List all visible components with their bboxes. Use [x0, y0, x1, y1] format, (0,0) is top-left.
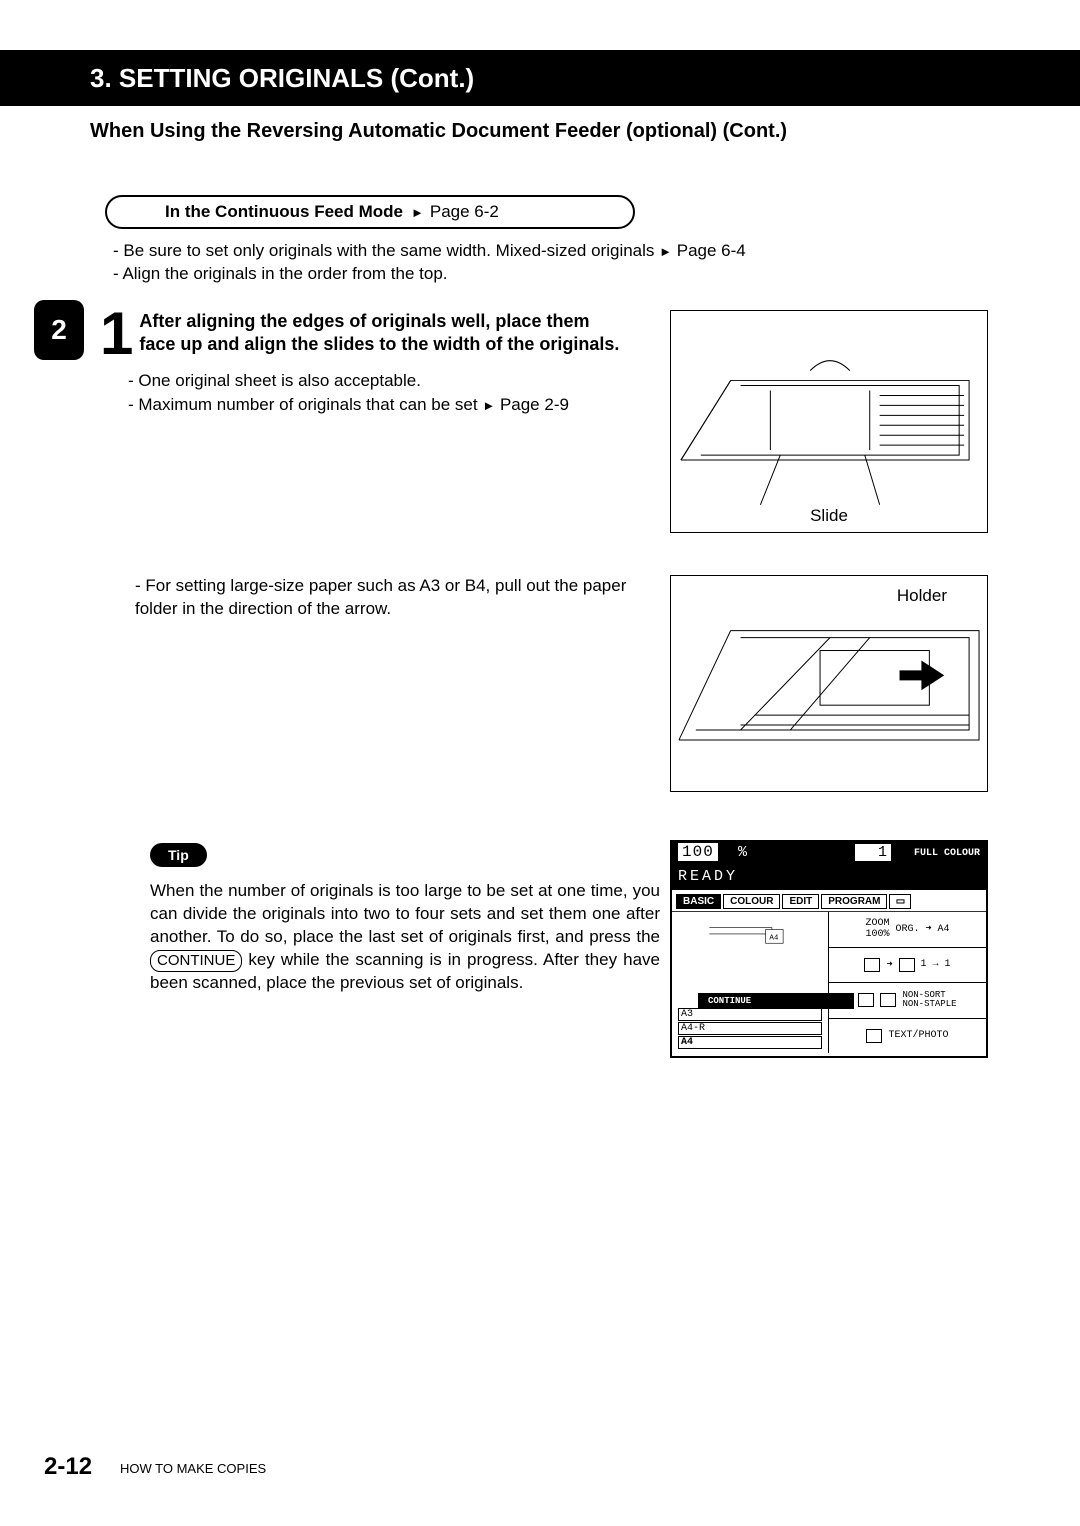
lcd-percent: % — [738, 844, 747, 861]
tray-icon — [858, 993, 874, 1007]
tray-icon — [880, 993, 896, 1007]
tray-a3[interactable]: A3 — [678, 1008, 822, 1021]
feeder-slide-illustration — [671, 311, 987, 533]
step-1: 1 After aligning the edges of originals … — [100, 310, 625, 416]
note-line1a: - Be sure to set only originals with the… — [113, 241, 659, 260]
figure2-label: Holder — [897, 586, 947, 606]
tray-a4[interactable]: A4 — [678, 1036, 822, 1049]
tip-text: When the number of originals is too larg… — [150, 880, 660, 995]
page-icon — [899, 958, 915, 972]
lcd-colour-mode: FULL COLOUR — [914, 848, 980, 859]
step-number: 1 — [100, 310, 133, 358]
tray-a4r[interactable]: A4-R — [678, 1022, 822, 1035]
lcd-continue-button[interactable]: CONTINUE — [698, 993, 854, 1009]
lcd-tab-settings-icon[interactable]: ▭ — [889, 894, 911, 909]
arrow-icon: ► — [411, 205, 424, 220]
lcd-orig-size: ORG. ➜ A4 — [895, 923, 949, 935]
lcd-zoom-pct: 100% — [865, 929, 889, 940]
page-number: 2-12 — [44, 1453, 92, 1481]
lcd-row-zoom[interactable]: ZOOM 100% ORG. ➜ A4 — [829, 912, 986, 948]
intro-notes: - Be sure to set only originals with the… — [113, 240, 746, 286]
large-paper-note: - For setting large-size paper such as A… — [135, 575, 660, 621]
mode-page-ref: Page 6-2 — [430, 202, 499, 222]
mode-capsule: In the Continuous Feed Mode ► Page 6-2 — [105, 195, 635, 229]
step1-sub1: - One original sheet is also acceptable. — [128, 369, 625, 393]
lcd-tab-program[interactable]: PROGRAM — [821, 894, 887, 909]
lcd-copy-count: 1 — [855, 844, 891, 861]
lcd-status-bar: 100 % 1 FULL COLOUR READY — [672, 842, 986, 890]
tip-text-a: When the number of originals is too larg… — [150, 881, 660, 946]
section-header: 3. SETTING ORIGINALS (Cont.) — [0, 50, 1080, 106]
lcd-zoom-value: 100 — [678, 843, 718, 861]
step1-sub2-ref: Page 2-9 — [500, 395, 569, 414]
subheading: When Using the Reversing Automatic Docum… — [90, 120, 787, 143]
lcd-tabs: BASIC COLOUR EDIT PROGRAM ▭ — [672, 890, 986, 911]
chapter-tab: 2 — [34, 300, 84, 360]
page-icon — [864, 958, 880, 972]
lcd-body: A4 A3 A4-R A4 CONTINUE ZOOM 100% ORG. ➜ … — [672, 911, 986, 1053]
step1-text: After aligning the edges of originals we… — [139, 311, 619, 354]
manual-page: 3. SETTING ORIGINALS (Cont.) When Using … — [0, 0, 1080, 1526]
arrow-icon: ► — [659, 244, 672, 259]
lcd-sort-label: NON-SORT NON-STAPLE — [902, 991, 956, 1009]
lcd-panel: 100 % 1 FULL COLOUR READY BASIC COLOUR E… — [670, 840, 988, 1058]
lcd-row-duplex[interactable]: ➜ 1 → 1 — [829, 948, 986, 984]
step1-sub2a: - Maximum number of originals that can b… — [128, 395, 482, 414]
lcd-ready: READY — [678, 868, 738, 885]
lcd-tab-edit[interactable]: EDIT — [782, 894, 819, 909]
feeder-holder-illustration — [671, 576, 987, 792]
mode-title: In the Continuous Feed Mode — [165, 202, 403, 222]
note-line2: - Align the originals in the order from … — [113, 264, 448, 283]
lcd-tab-basic[interactable]: BASIC — [676, 894, 721, 909]
lcd-settings: ZOOM 100% ORG. ➜ A4 ➜ 1 → 1 NON-SORT NON… — [829, 912, 986, 1053]
arrow-icon: ► — [482, 398, 495, 413]
lcd-duplex-label: 1 → 1 — [921, 959, 951, 970]
note-line1-ref: Page 6-4 — [677, 241, 746, 260]
photo-icon — [866, 1029, 882, 1043]
lcd-tab-colour[interactable]: COLOUR — [723, 894, 780, 909]
lcd-image-mode: TEXT/PHOTO — [888, 1030, 948, 1041]
svg-text:A4: A4 — [769, 935, 779, 943]
lcd-zoom-label: ZOOM — [865, 918, 889, 929]
lcd-row-mode[interactable]: TEXT/PHOTO — [829, 1019, 986, 1054]
continue-key: CONTINUE — [150, 950, 242, 972]
tray-diagram-icon: A4 — [672, 912, 828, 987]
figure1-label: Slide — [810, 506, 848, 526]
tip-badge: Tip — [150, 843, 207, 867]
figure-slide: Slide — [670, 310, 988, 533]
page-footer: HOW TO MAKE COPIES — [120, 1461, 266, 1476]
lcd-paper-trays: A4 A3 A4-R A4 CONTINUE — [672, 912, 829, 1053]
figure-holder: Holder — [670, 575, 988, 792]
